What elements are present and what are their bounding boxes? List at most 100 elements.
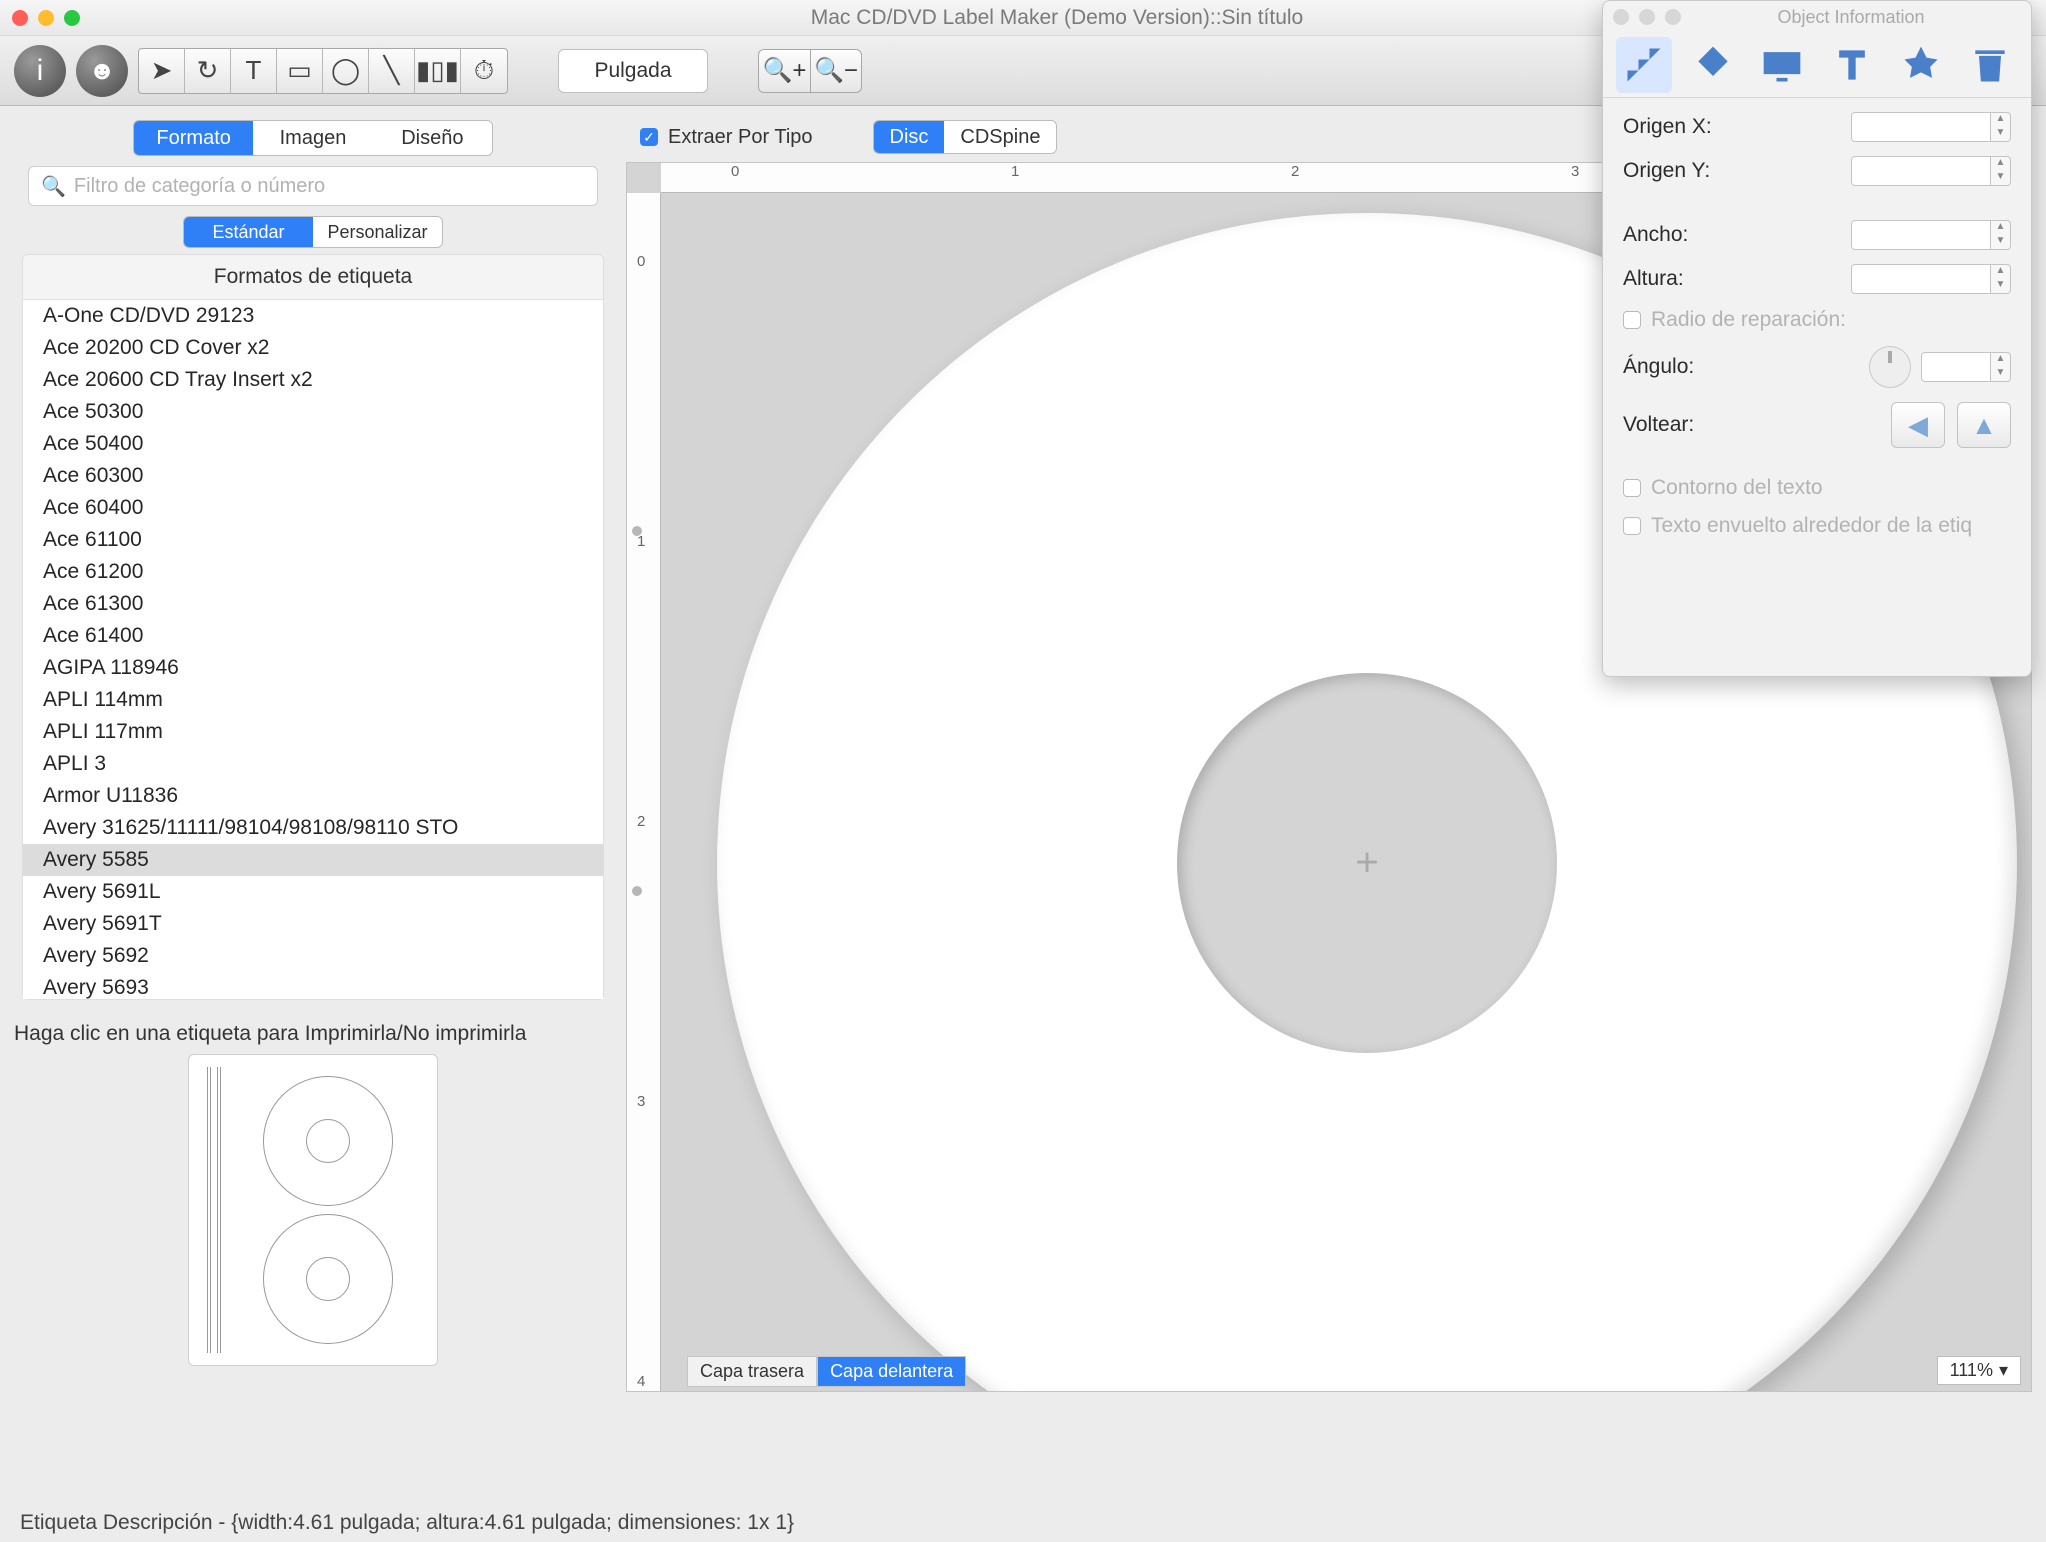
format-item[interactable]: Avery 5691T <box>23 908 603 940</box>
sidebar-sub-tabs: Estándar Personalizar <box>183 216 443 248</box>
format-item[interactable]: A-One CD/DVD 29123 <box>23 300 603 332</box>
height-label: Altura: <box>1623 267 1684 291</box>
format-item[interactable]: Ace 20600 CD Tray Insert x2 <box>23 364 603 396</box>
rotate-tool-icon[interactable]: ↻ <box>185 49 231 93</box>
inspector-close-icon[interactable] <box>1613 9 1629 25</box>
object-inspector: Object Information Origen X: ▲▼ Origen Y… <box>1602 0 2032 677</box>
disc-hole: + <box>1177 673 1557 1053</box>
preview-hint: Haga clic en una etiqueta para Imprimirl… <box>14 1000 612 1054</box>
format-item[interactable]: Ace 61400 <box>23 620 603 652</box>
format-item[interactable]: Avery 31625/11111/98104/98108/98110 STO <box>23 812 603 844</box>
label-preview[interactable] <box>188 1054 438 1366</box>
zoom-in-icon[interactable]: 🔍+ <box>758 49 810 93</box>
window-controls <box>12 10 80 26</box>
format-item[interactable]: Avery 5692 <box>23 940 603 972</box>
sidebar-main-tabs: Formato Imagen Diseño <box>133 120 493 156</box>
format-item[interactable]: Avery 5693 <box>23 972 603 999</box>
format-item[interactable]: AGIPA 118946 <box>23 652 603 684</box>
formats-list[interactable]: A-One CD/DVD 29123Ace 20200 CD Cover x2A… <box>23 299 603 999</box>
format-item[interactable]: Ace 61100 <box>23 524 603 556</box>
format-item[interactable]: APLI 117mm <box>23 716 603 748</box>
close-window-icon[interactable] <box>12 10 28 26</box>
origin-x-input[interactable] <box>1851 112 1991 142</box>
preview-disc-2-icon <box>263 1214 393 1344</box>
tab-disc[interactable]: Disc <box>874 121 945 153</box>
inspector-tab-trash-icon[interactable] <box>1962 37 2018 93</box>
format-item[interactable]: Ace 20200 CD Cover x2 <box>23 332 603 364</box>
repair-radius-label: Radio de reparación: <box>1651 308 2011 332</box>
line-tool-icon[interactable]: ╲ <box>369 49 415 93</box>
origin-y-stepper[interactable]: ▲▼ <box>1991 156 2011 186</box>
format-search[interactable]: 🔍 Filtro de categoría o número <box>28 166 598 206</box>
stopwatch-tool-icon[interactable]: ⏱ <box>461 49 507 93</box>
zoom-indicator[interactable]: 111% ▾ <box>1937 1356 2021 1385</box>
inspector-tab-screen-icon[interactable] <box>1754 37 1810 93</box>
barcode-tool-icon[interactable]: ▮▯▮ <box>415 49 461 93</box>
minimize-window-icon[interactable] <box>38 10 54 26</box>
format-item[interactable]: APLI 3 <box>23 748 603 780</box>
tab-formato[interactable]: Formato <box>134 121 253 155</box>
format-item[interactable]: Ace 61300 <box>23 588 603 620</box>
layer-tabs: Capa trasera Capa delantera <box>687 1356 966 1387</box>
wrap-text-checkbox[interactable] <box>1623 517 1641 535</box>
tab-personalizar[interactable]: Personalizar <box>313 217 442 247</box>
tab-estandar[interactable]: Estándar <box>184 217 313 247</box>
origin-x-stepper[interactable]: ▲▼ <box>1991 112 2011 142</box>
format-item[interactable]: Avery 5691L <box>23 876 603 908</box>
extract-label: Extraer Por Tipo <box>668 126 813 149</box>
status-text: Etiqueta Descripción - {width:4.61 pulga… <box>20 1511 794 1535</box>
format-item[interactable]: Ace 50300 <box>23 396 603 428</box>
inspector-zoom-icon[interactable] <box>1665 9 1681 25</box>
tab-diseno[interactable]: Diseño <box>373 121 492 155</box>
inspector-tab-effects-icon[interactable] <box>1893 37 1949 93</box>
repair-radius-checkbox[interactable] <box>1623 311 1641 329</box>
center-cross-icon: + <box>1355 841 1378 886</box>
unit-button[interactable]: Pulgada <box>558 49 708 93</box>
angle-dial[interactable] <box>1869 346 1911 388</box>
zoom-out-icon[interactable]: 🔍− <box>810 49 862 93</box>
text-tool-icon[interactable]: T <box>231 49 277 93</box>
tab-imagen[interactable]: Imagen <box>253 121 372 155</box>
flip-vertical-icon[interactable]: ▲ <box>1957 402 2011 448</box>
format-item[interactable]: Armor U11836 <box>23 780 603 812</box>
width-label: Ancho: <box>1623 223 1688 247</box>
status-bar: Etiqueta Descripción - {width:4.61 pulga… <box>0 1504 2046 1542</box>
info-icon[interactable]: i <box>14 45 66 97</box>
tool-palette: ➤ ↻ T ▭ ◯ ╲ ▮▯▮ ⏱ <box>138 48 508 94</box>
ellipse-tool-icon[interactable]: ◯ <box>323 49 369 93</box>
collapse-dot-icon[interactable] <box>632 526 642 536</box>
mask-icon[interactable]: ☻ <box>76 45 128 97</box>
tab-cdspine[interactable]: CDSpine <box>944 121 1056 153</box>
text-outline-checkbox[interactable] <box>1623 479 1641 497</box>
height-stepper[interactable]: ▲▼ <box>1991 264 2011 294</box>
height-input[interactable] <box>1851 264 1991 294</box>
flip-horizontal-icon[interactable]: ◀ <box>1891 402 1945 448</box>
preview-disc-1-icon <box>263 1076 393 1206</box>
angle-input[interactable] <box>1921 352 1991 382</box>
origin-y-input[interactable] <box>1851 156 1991 186</box>
layer-back[interactable]: Capa trasera <box>687 1356 817 1387</box>
search-icon: 🔍 <box>41 174 66 199</box>
inspector-tab-text-icon[interactable] <box>1824 37 1880 93</box>
collapse-dot-2-icon[interactable] <box>632 886 642 896</box>
pointer-tool-icon[interactable]: ➤ <box>139 49 185 93</box>
angle-stepper[interactable]: ▲▼ <box>1991 352 2011 382</box>
zoom-window-icon[interactable] <box>64 10 80 26</box>
extract-checkbox[interactable]: ✓ <box>640 128 658 146</box>
inspector-min-icon[interactable] <box>1639 9 1655 25</box>
format-item[interactable]: Ace 60300 <box>23 460 603 492</box>
format-item[interactable]: Ace 61200 <box>23 556 603 588</box>
layer-front[interactable]: Capa delantera <box>817 1356 966 1387</box>
origin-x-label: Origen X: <box>1623 115 1712 139</box>
left-sidebar: Formato Imagen Diseño 🔍 Filtro de catego… <box>0 106 626 1504</box>
width-input[interactable] <box>1851 220 1991 250</box>
format-item[interactable]: Ace 50400 <box>23 428 603 460</box>
vertical-ruler: 0 1 2 3 4 <box>627 193 661 1391</box>
width-stepper[interactable]: ▲▼ <box>1991 220 2011 250</box>
format-item[interactable]: Avery 5585 <box>23 844 603 876</box>
format-item[interactable]: APLI 114mm <box>23 684 603 716</box>
inspector-tab-fill-icon[interactable] <box>1685 37 1741 93</box>
format-item[interactable]: Ace 60400 <box>23 492 603 524</box>
rect-tool-icon[interactable]: ▭ <box>277 49 323 93</box>
inspector-tab-geometry-icon[interactable] <box>1616 37 1672 93</box>
